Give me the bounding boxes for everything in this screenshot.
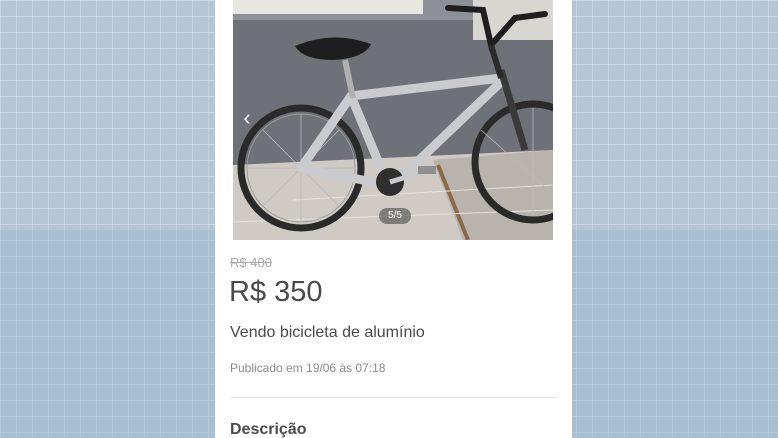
listing-title: Vendo bicicleta de alumínio xyxy=(230,324,425,341)
listing-card: ‹ 5/5 R$ 400 R$ 350 Vendo bicicleta de a… xyxy=(215,0,572,438)
description-heading: Descrição xyxy=(230,421,307,438)
published-date: Publicado em 19/06 às 07:18 xyxy=(230,361,386,375)
listing-photo[interactable]: ‹ 5/5 xyxy=(233,0,553,240)
background-panel-right xyxy=(572,230,778,438)
divider xyxy=(230,397,557,398)
bicycle-photo xyxy=(233,0,553,240)
photo-counter: 5/5 xyxy=(379,208,411,224)
original-price: R$ 400 xyxy=(230,255,272,270)
background-panel-left xyxy=(0,230,215,438)
price: R$ 350 xyxy=(229,276,323,308)
chevron-left-icon[interactable]: ‹ xyxy=(237,104,257,132)
